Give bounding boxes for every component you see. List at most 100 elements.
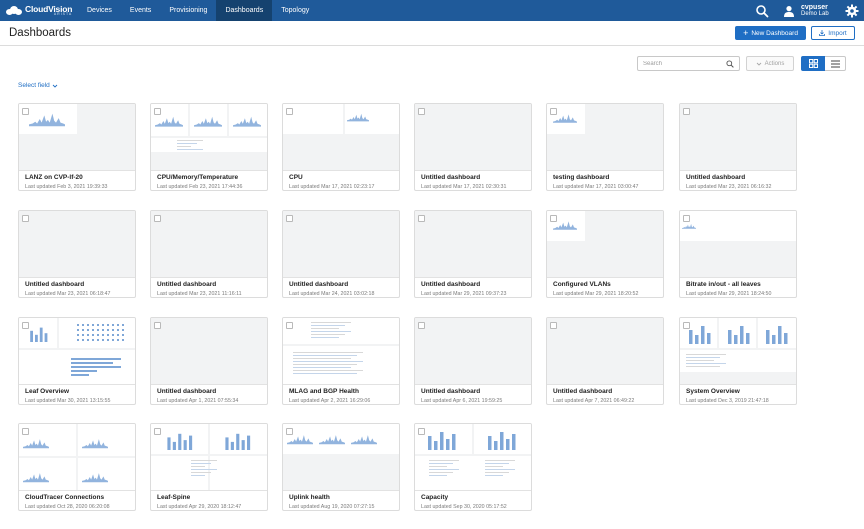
card-checkbox[interactable] <box>286 428 293 435</box>
grid-view-button[interactable] <box>801 56 825 71</box>
dashboard-name[interactable]: Untitled dashboard <box>421 174 480 181</box>
dashboard-card[interactable]: Untitled dashboard Last updated Mar 23, 2… <box>150 210 268 298</box>
dashboard-name[interactable]: CPU <box>289 174 303 181</box>
dashboard-card[interactable]: Leaf-Spine Last updated Apr 29, 2020 18:1… <box>150 423 268 511</box>
card-checkbox[interactable] <box>550 322 557 329</box>
dashboard-name[interactable]: Untitled dashboard <box>421 281 480 288</box>
list-view-button[interactable] <box>825 56 846 71</box>
dashboard-thumbnail[interactable] <box>151 424 267 490</box>
dashboard-thumbnail[interactable] <box>415 211 531 277</box>
dashboard-card[interactable]: Capacity Last updated Sep 30, 2020 05:17:… <box>414 423 532 511</box>
dashboard-name[interactable]: Untitled dashboard <box>25 281 84 288</box>
dashboard-card[interactable]: Untitled dashboard Last updated Mar 29, 2… <box>414 210 532 298</box>
dashboard-name[interactable]: CPU/Memory/Temperature <box>157 174 238 181</box>
card-checkbox[interactable] <box>418 428 425 435</box>
card-checkbox[interactable] <box>683 322 690 329</box>
dashboard-card[interactable]: Configured VLANs Last updated Mar 29, 202… <box>546 210 664 298</box>
dashboard-card[interactable]: Untitled dashboard Last updated Apr 1, 20… <box>150 317 268 405</box>
dashboard-name[interactable]: System Overview <box>686 388 740 395</box>
dashboard-thumbnail[interactable] <box>19 104 135 170</box>
dashboard-name[interactable]: Leaf-Spine <box>157 494 190 501</box>
card-checkbox[interactable] <box>550 108 557 115</box>
nav-item-provisioning[interactable]: Provisioning <box>160 0 216 21</box>
select-field-dropdown[interactable]: Select field <box>18 82 58 89</box>
dashboard-name[interactable]: Capacity <box>421 494 448 501</box>
dashboard-thumbnail[interactable] <box>547 318 663 384</box>
dashboard-name[interactable]: Configured VLANs <box>553 281 611 288</box>
dashboard-card[interactable]: Untitled dashboard Last updated Mar 17, 2… <box>414 103 532 191</box>
dashboard-name[interactable]: testing dashboard <box>553 174 609 181</box>
dashboard-card[interactable]: CloudTracer Connections Last updated Oct … <box>18 423 136 511</box>
dashboard-card[interactable]: CPU/Memory/Temperature Last updated Feb 2… <box>150 103 268 191</box>
search-field[interactable] <box>637 56 740 71</box>
dashboard-name[interactable]: Bitrate in/out - all leaves <box>686 281 761 288</box>
dashboard-thumbnail[interactable] <box>283 424 399 490</box>
dashboard-card[interactable]: Uplink health Last updated Aug 19, 2020 0… <box>282 423 400 511</box>
card-checkbox[interactable] <box>418 322 425 329</box>
dashboard-name[interactable]: Untitled dashboard <box>289 281 348 288</box>
dashboard-card[interactable]: System Overview Last updated Dec 3, 2019 … <box>679 317 797 405</box>
dashboard-thumbnail[interactable] <box>680 318 796 384</box>
card-checkbox[interactable] <box>154 108 161 115</box>
card-checkbox[interactable] <box>154 322 161 329</box>
card-checkbox[interactable] <box>22 322 29 329</box>
card-checkbox[interactable] <box>22 215 29 222</box>
actions-dropdown[interactable]: Actions <box>746 56 794 71</box>
card-checkbox[interactable] <box>683 215 690 222</box>
dashboard-thumbnail[interactable] <box>151 318 267 384</box>
dashboard-name[interactable]: MLAG and BGP Health <box>289 388 359 395</box>
dashboard-card[interactable]: Untitled dashboard Last updated Apr 7, 20… <box>546 317 664 405</box>
dashboard-name[interactable]: Untitled dashboard <box>553 388 612 395</box>
dashboard-name[interactable]: Leaf Overview <box>25 388 69 395</box>
dashboard-card[interactable]: CPU Last updated Mar 17, 2021 02:23:17 <box>282 103 400 191</box>
card-checkbox[interactable] <box>286 108 293 115</box>
new-dashboard-button[interactable]: + New Dashboard <box>735 26 806 40</box>
nav-item-dashboards[interactable]: Dashboards <box>216 0 273 21</box>
dashboard-name[interactable]: CloudTracer Connections <box>25 494 104 501</box>
dashboard-card[interactable]: Untitled dashboard Last updated Apr 6, 20… <box>414 317 532 405</box>
dashboard-thumbnail[interactable] <box>680 104 796 170</box>
card-checkbox[interactable] <box>683 108 690 115</box>
card-checkbox[interactable] <box>154 428 161 435</box>
dashboard-card[interactable]: Untitled dashboard Last updated Mar 23, 2… <box>18 210 136 298</box>
dashboard-thumbnail[interactable] <box>415 424 531 490</box>
dashboard-name[interactable]: Untitled dashboard <box>157 281 216 288</box>
card-checkbox[interactable] <box>22 428 29 435</box>
dashboard-thumbnail[interactable] <box>415 104 531 170</box>
dashboard-name[interactable]: Untitled dashboard <box>421 388 480 395</box>
dashboard-thumbnail[interactable] <box>680 211 796 277</box>
dashboard-card[interactable]: Untitled dashboard Last updated Mar 24, 2… <box>282 210 400 298</box>
dashboard-name[interactable]: Uplink health <box>289 494 330 501</box>
dashboard-thumbnail[interactable] <box>547 104 663 170</box>
dashboard-thumbnail[interactable] <box>151 104 267 170</box>
import-button[interactable]: Import <box>811 26 855 40</box>
dashboard-name[interactable]: LANZ on CVP-lf-20 <box>25 174 83 181</box>
dashboard-card[interactable]: Leaf Overview Last updated Mar 30, 2021 1… <box>18 317 136 405</box>
dashboard-card[interactable]: Bitrate in/out - all leaves Last updated … <box>679 210 797 298</box>
card-checkbox[interactable] <box>286 322 293 329</box>
card-checkbox[interactable] <box>418 215 425 222</box>
user-icon[interactable] <box>783 5 795 17</box>
dashboard-name[interactable]: Untitled dashboard <box>686 174 745 181</box>
card-checkbox[interactable] <box>154 215 161 222</box>
dashboard-card[interactable]: Untitled dashboard Last updated Mar 23, 2… <box>679 103 797 191</box>
dashboard-thumbnail[interactable] <box>19 318 135 384</box>
dashboard-card[interactable]: MLAG and BGP Health Last updated Apr 2, 2… <box>282 317 400 405</box>
dashboard-name[interactable]: Untitled dashboard <box>157 388 216 395</box>
card-checkbox[interactable] <box>550 215 557 222</box>
dashboard-thumbnail[interactable] <box>19 211 135 277</box>
nav-item-devices[interactable]: Devices <box>78 0 121 21</box>
card-checkbox[interactable] <box>418 108 425 115</box>
dashboard-thumbnail[interactable] <box>151 211 267 277</box>
dashboard-card[interactable]: LANZ on CVP-lf-20 Last updated Feb 3, 202… <box>18 103 136 191</box>
dashboard-thumbnail[interactable] <box>19 424 135 490</box>
dashboard-thumbnail[interactable] <box>283 318 399 384</box>
nav-item-events[interactable]: Events <box>121 0 160 21</box>
search-input[interactable] <box>638 57 722 70</box>
card-checkbox[interactable] <box>22 108 29 115</box>
search-icon[interactable] <box>755 4 769 18</box>
cloudvision-logo[interactable]: CloudVision ARISTA <box>0 0 78 21</box>
dashboard-thumbnail[interactable] <box>283 104 399 170</box>
nav-item-topology[interactable]: Topology <box>272 0 318 21</box>
dashboard-thumbnail[interactable] <box>415 318 531 384</box>
